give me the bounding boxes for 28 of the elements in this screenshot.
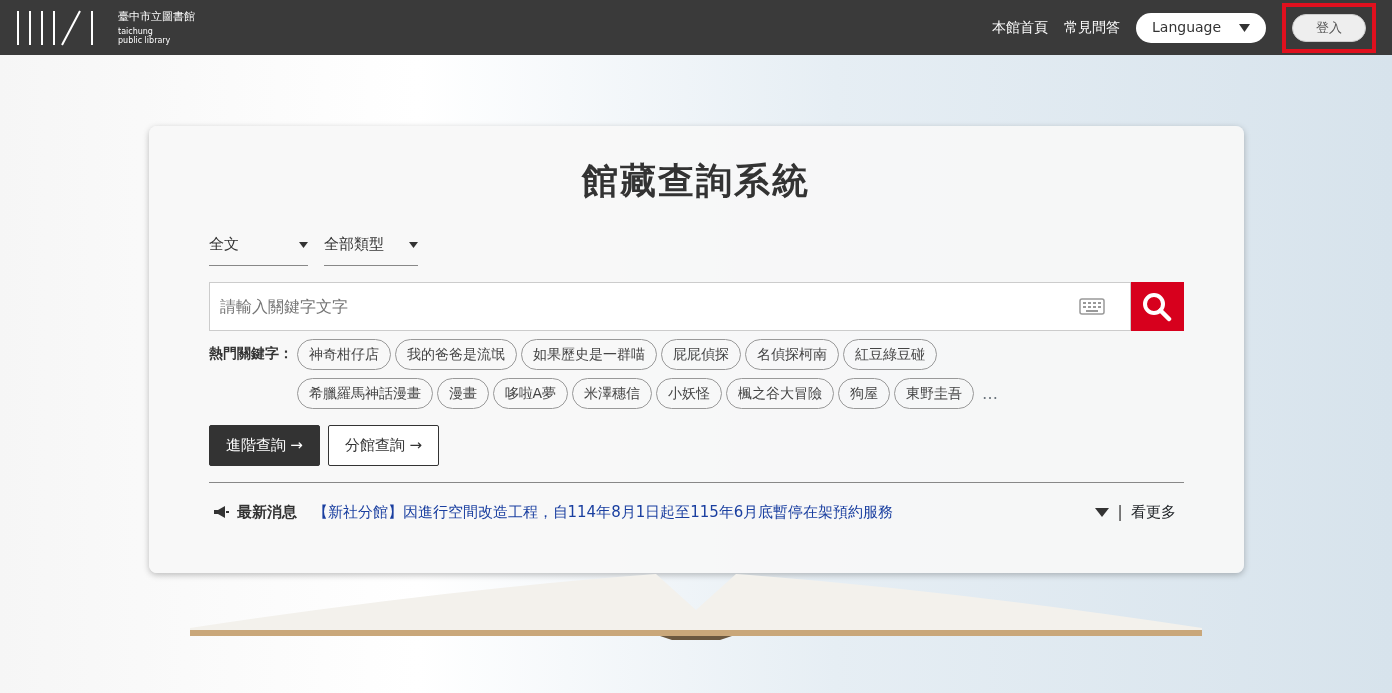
keyboard-icon[interactable] [1078,298,1105,315]
action-button[interactable]: 進階查詢 → [208,425,320,466]
more-link[interactable]: 看更多 [1130,501,1176,524]
caret-icon [1239,23,1250,32]
caret-icon [408,241,418,248]
logo-subtitle: public library [118,36,172,46]
action-button[interactable]: 分館查詢 → [327,425,440,466]
nav-link[interactable]: 本館首頁 [992,17,1048,38]
search-icon [1142,291,1172,322]
logo-icon [16,9,94,46]
news-link[interactable]: 【新社分館】因進行空間改造工程，自114年8月1日起至115年6月底暫停在架預約服務 [312,501,894,524]
news-label: 最新消息 [236,502,297,523]
caret-icon[interactable] [1095,507,1110,517]
hot-keywords-label: 熱門關鍵字： [208,344,293,363]
megaphone-icon [212,506,229,519]
filter-dropdown[interactable]: 全部類型 [323,232,418,266]
caret-icon [298,241,308,248]
nav-link[interactable]: 常見問答 [1064,17,1120,38]
filter-dropdown[interactable]: 全文 [208,232,308,266]
language-select[interactable]: Language [1136,12,1266,43]
logo-subtitle: taichung [118,26,153,37]
search-button[interactable] [1130,282,1184,331]
login-button[interactable]: 登入 [1292,13,1366,42]
search-field[interactable]: 請輸入關鍵字文字 [208,282,1131,331]
page-title: 館藏查詢系統 [580,159,811,203]
separator: | [1117,502,1123,523]
logo-title: 臺中市立圖書館 [118,9,195,23]
more-ellipsis: … [982,382,999,405]
